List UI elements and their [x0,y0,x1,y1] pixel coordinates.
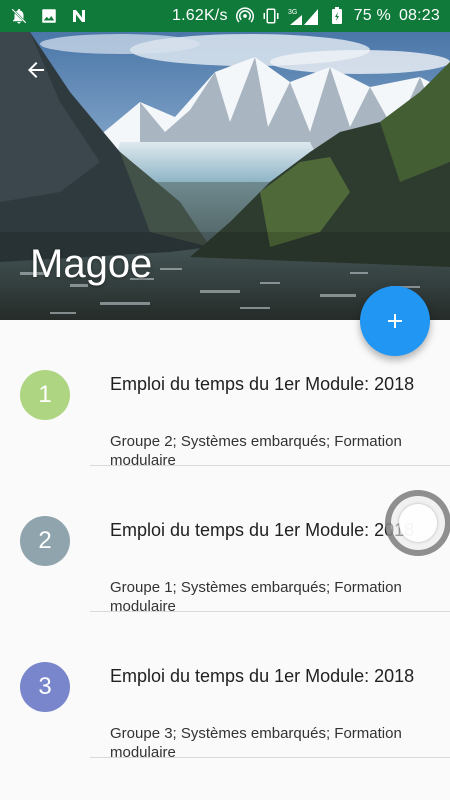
clock: 08:23 [398,7,440,24]
list-item[interactable]: 2 Emploi du temps du 1er Module: 2018 Gr… [0,466,450,615]
n-app-icon [70,7,88,25]
item-title: Emploi du temps du 1er Module: 2018 [110,666,415,686]
add-button[interactable] [360,286,430,356]
list-item[interactable]: 3 Emploi du temps du 1er Module: 2018 Gr… [0,612,450,761]
arrow-back-icon [28,62,44,78]
status-bar: 1.62K/s 3G 75 % 08:23 [0,0,450,32]
assistive-touch-button[interactable] [385,490,450,556]
back-button[interactable] [16,50,56,90]
status-right: 1.62K/s 3G 75 % 08:23 [172,7,440,25]
screen: 1.62K/s 3G 75 % 08:23 Magoe 1 Emploi du … [0,0,450,800]
battery-icon [328,7,346,25]
header-banner: Magoe [0,32,450,320]
schedule-list: 1 Emploi du temps du 1er Module: 2018 Gr… [0,320,450,761]
item-title: Emploi du temps du 1er Module: 2018 [110,520,415,540]
network-speed: 1.62K/s [172,7,228,24]
item-number-badge: 1 [20,370,70,420]
divider [90,757,450,758]
image-icon [40,7,58,25]
svg-text:3G: 3G [288,9,297,16]
item-number-badge: 3 [20,662,70,712]
item-number-badge: 2 [20,516,70,566]
battery-percent: 75 % [353,7,391,24]
signal-icon: 3G [288,7,320,25]
status-left [10,7,88,25]
page-title: Magoe [30,242,153,286]
notifications-off-icon [10,7,28,25]
hotspot-icon [235,7,254,25]
assistive-touch-inner [399,504,437,542]
item-title: Emploi du temps du 1er Module: 2018 [110,374,415,394]
vibrate-icon [262,7,280,25]
plus-icon [388,314,402,328]
